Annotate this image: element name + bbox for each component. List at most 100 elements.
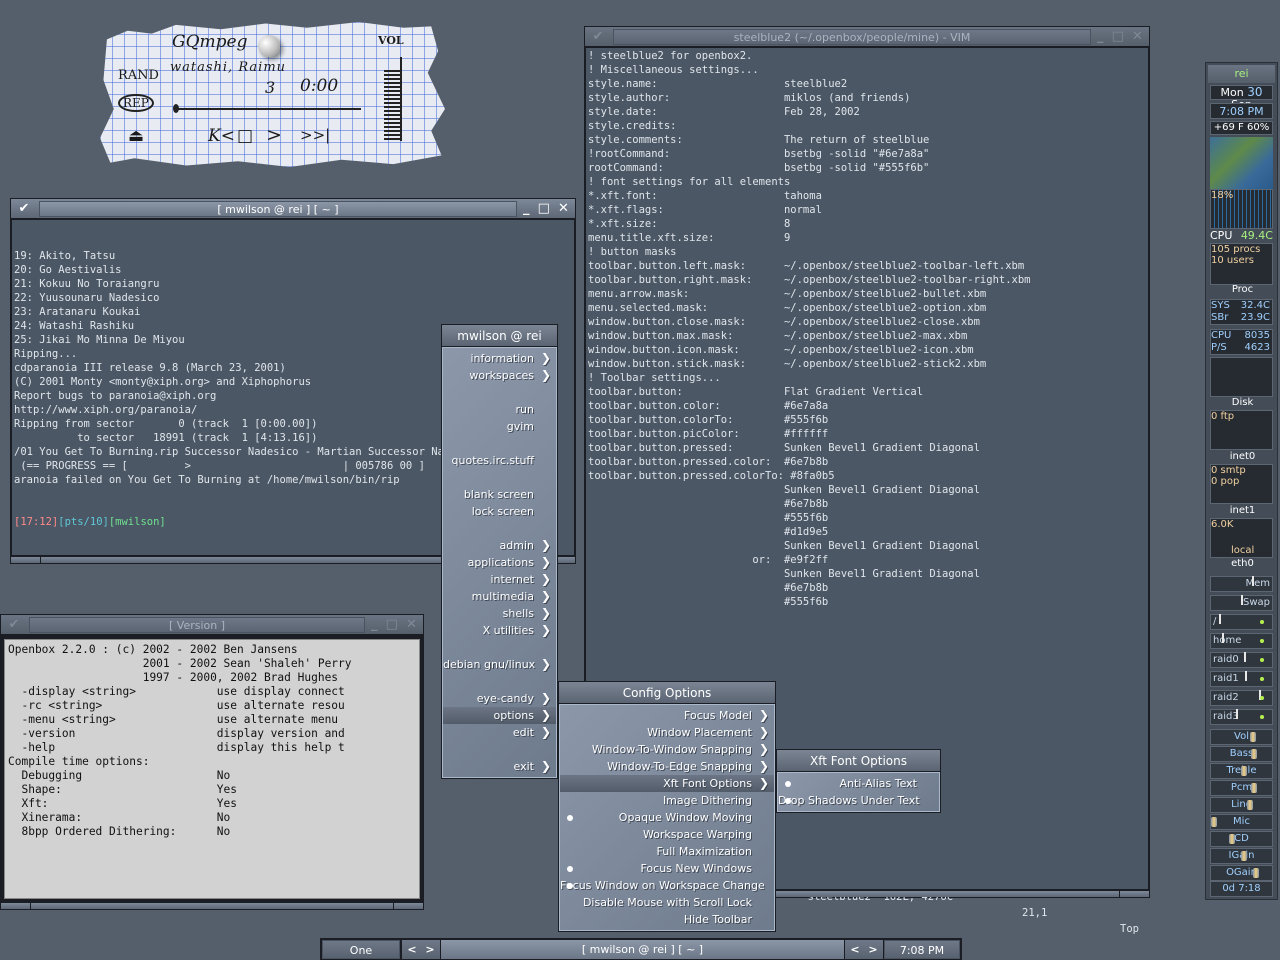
maximize-icon[interactable]: □ [386, 617, 398, 633]
menu-item-gvim[interactable]: gvim [443, 418, 556, 435]
menu-item-full-maximization[interactable]: Full Maximization [560, 843, 774, 860]
menu-item-x-utilities[interactable]: X utilities ❯ [443, 622, 556, 639]
menu-item-window-placement[interactable]: Window Placement ❯ [560, 724, 774, 741]
repeat-toggle[interactable]: REP [118, 94, 154, 112]
vim-line: #6e7b8b [588, 498, 829, 510]
minimize-icon[interactable]: _ [371, 617, 378, 633]
maximize-icon[interactable]: □ [538, 201, 550, 217]
mixer-treble[interactable]: Treble [1210, 763, 1273, 779]
maximize-icon[interactable]: □ [1112, 29, 1124, 45]
prev-workspace-button[interactable]: < [403, 940, 421, 959]
version-line: 2001 - 2002 Sean 'Shaleh' Perry [8, 657, 352, 670]
vim-scroll-position: Top [1120, 923, 1139, 935]
mixer-vol[interactable]: Vol [1210, 729, 1273, 745]
stick-icon[interactable]: ✔ [3, 617, 25, 633]
menu-item-focus-model[interactable]: Focus Model ❯ [560, 707, 774, 724]
version-window[interactable]: ✔ [ Version ] _ □ ✕ Openbox 2.2.0 : (c) … [0, 614, 424, 910]
mixer-slider-knob[interactable] [1229, 834, 1235, 844]
mixer-mic[interactable]: Mic [1210, 814, 1273, 830]
mixer-slider-knob[interactable] [1253, 868, 1259, 878]
inet1-label[interactable]: inet1 [1208, 505, 1277, 516]
menu-item-debian-gnu-linux[interactable]: debian gnu/linux ❯ [443, 656, 556, 673]
resize-handle[interactable] [1, 902, 423, 909]
next-window-button[interactable]: > [864, 940, 882, 959]
menu-item-opaque-window-moving[interactable]: Opaque Window Moving [560, 809, 774, 826]
menu-item-window-to-edge-snapping[interactable]: Window-To-Edge Snapping ❯ [560, 758, 774, 775]
terminal-titlebar[interactable]: ✔ [ mwilson @ rei ] [ ~ ] _ □ ✕ [11, 199, 575, 219]
mixer-slider-knob[interactable] [1251, 749, 1257, 759]
mixer-slider-knob[interactable] [1241, 766, 1247, 776]
random-toggle[interactable]: RAND [118, 68, 159, 83]
menu-item-blank-screen[interactable]: blank screen [443, 486, 556, 503]
menu-item-disable-mouse-with-scroll-lock[interactable]: Disable Mouse with Scroll Lock [560, 894, 774, 911]
stick-icon[interactable]: ✔ [587, 29, 609, 45]
minimize-icon[interactable]: _ [1097, 29, 1104, 45]
close-icon[interactable]: ✕ [406, 617, 417, 633]
menu-item-focus-new-windows[interactable]: Focus New Windows [560, 860, 774, 877]
gk-hostname: rei [1208, 65, 1275, 83]
seek-bar[interactable] [176, 108, 361, 110]
menu-item-information[interactable]: information ❯ [443, 350, 556, 367]
menu-item-applications[interactable]: applications ❯ [443, 554, 556, 571]
menu-item-lock-screen[interactable]: lock screen [443, 503, 556, 520]
mixer-slider-knob[interactable] [1211, 817, 1217, 827]
vim-line: toolbar.button.pressed: Sunken Bevel1 Gr… [588, 442, 980, 454]
menu-item-drop-shadows-under-text[interactable]: Drop Shadows Under Text [778, 792, 939, 809]
volume-slider[interactable] [384, 70, 400, 140]
menu-item-focus-window-on-workspace-change[interactable]: Focus Window on Workspace Change [560, 877, 774, 894]
version-text: Openbox 2.2.0 : (c) 2002 - 2002 Ben Jans… [4, 639, 420, 899]
minimize-icon[interactable]: _ [523, 201, 530, 217]
menu-item-options[interactable]: options ❯ [443, 707, 556, 724]
meter-level-marker [1222, 633, 1224, 643]
menu-item-image-dithering[interactable]: Image Dithering [560, 792, 774, 809]
stop-button[interactable]: □ [237, 126, 253, 146]
window-label[interactable]: [ mwilson @ rei ] [ ~ ] [441, 940, 844, 959]
menu-item-admin[interactable]: admin ❯ [443, 537, 556, 554]
mixer-line[interactable]: Line [1210, 797, 1273, 813]
menu-item-anti-alias-text[interactable]: Anti-Alias Text [778, 775, 939, 792]
menu-item-eye-candy[interactable]: eye-candy ❯ [443, 690, 556, 707]
menu-item-shells[interactable]: shells ❯ [443, 605, 556, 622]
gkrellm-monitor: rei Mon 30 Sep 7:08 PM +69 F 60% 18% CPU… [1205, 62, 1278, 900]
meter-home: home [1210, 633, 1273, 649]
eth0-label[interactable]: eth0 [1208, 558, 1277, 569]
menu-item-window-to-window-snapping[interactable]: Window-To-Window Snapping ❯ [560, 741, 774, 758]
mixer-slider-knob[interactable] [1250, 732, 1256, 742]
close-icon[interactable]: ✕ [558, 201, 569, 217]
vim-line: style.author: miklos (and friends) [588, 92, 911, 104]
vim-line: ! font settings for all elements [588, 176, 791, 188]
mixer-pcm[interactable]: Pcm [1210, 780, 1273, 796]
menu-item-workspaces[interactable]: workspaces ❯ [443, 367, 556, 384]
mixer-bass[interactable]: Bass [1210, 746, 1273, 762]
menu-item-internet[interactable]: internet ❯ [443, 571, 556, 588]
menu-item-workspace-warping[interactable]: Workspace Warping [560, 826, 774, 843]
mixer-slider-knob[interactable] [1251, 783, 1257, 793]
menu-item-edit[interactable]: edit ❯ [443, 724, 556, 741]
inet0-label[interactable]: inet0 [1208, 451, 1277, 462]
next-workspace-button[interactable]: > [421, 940, 439, 959]
play-button[interactable]: > [266, 124, 282, 146]
workspace-label[interactable]: One [322, 940, 400, 959]
menu-item-label: applications [467, 556, 534, 569]
close-icon[interactable]: ✕ [1132, 29, 1143, 45]
menu-item-quotes-irc-stuff[interactable]: quotes.irc.stuff [443, 452, 556, 469]
mixer-slider-knob[interactable] [1241, 851, 1247, 861]
menu-item-run[interactable]: run [443, 401, 556, 418]
prev-button[interactable]: K< [208, 126, 235, 146]
weather-map [1210, 137, 1273, 189]
menu-item-multimedia[interactable]: multimedia ❯ [443, 588, 556, 605]
mixer-ogain[interactable]: OGain [1210, 865, 1273, 881]
mixer-slider-knob[interactable] [1247, 800, 1253, 810]
version-titlebar[interactable]: ✔ [ Version ] _ □ ✕ [1, 615, 423, 635]
menu-item-xft-font-options[interactable]: Xft Font Options ❯ [560, 775, 774, 792]
prev-window-button[interactable]: < [846, 940, 864, 959]
stick-icon[interactable]: ✔ [13, 201, 35, 217]
next-button[interactable]: >>| [300, 126, 330, 144]
menu-item-hide-toolbar[interactable]: Hide Toolbar [560, 911, 774, 928]
cpu-temp: 49.4C [1240, 229, 1273, 242]
mixer-igain[interactable]: IGain [1210, 848, 1273, 864]
eject-button[interactable]: ⏏ [128, 126, 144, 146]
menu-item-exit[interactable]: exit ❯ [443, 758, 556, 775]
mixer-cd[interactable]: CD [1210, 831, 1273, 847]
vim-titlebar[interactable]: ✔ steelblue2 (~/.openbox/people/mine) - … [585, 27, 1149, 47]
